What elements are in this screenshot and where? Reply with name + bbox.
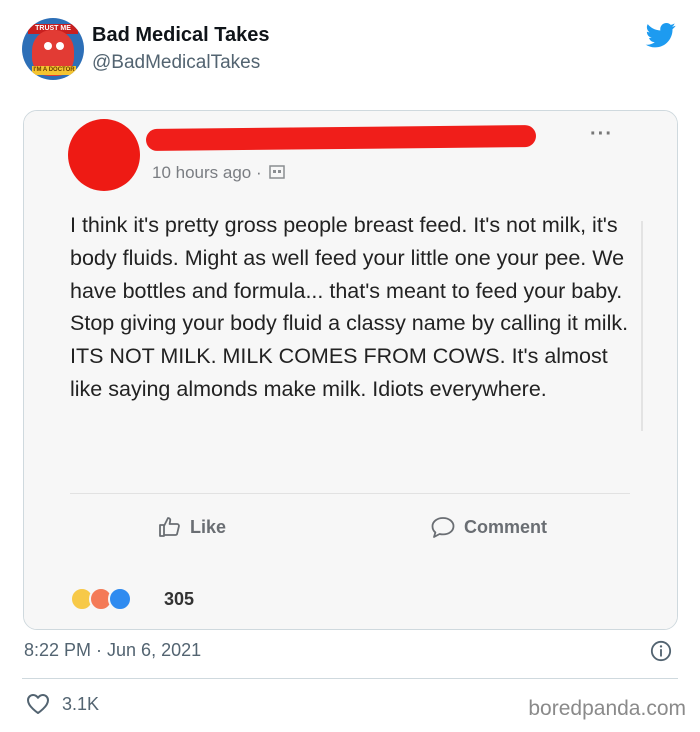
avatar-badge-bottom: I'M A DOCTOR [32,66,76,75]
privacy-icon [269,165,286,179]
author-avatar[interactable]: TRUST ME I'M A DOCTOR [22,18,84,80]
embedded-screenshot[interactable]: ··· 10 hours ago · I think it's pretty g… [23,110,678,630]
like-button[interactable]: Like [158,515,226,539]
redacted-name [145,124,537,152]
reaction-count: 305 [164,589,195,609]
twitter-bird-icon[interactable] [644,20,678,50]
heart-icon [27,694,49,714]
like-reaction-icon [108,587,132,611]
post-divider [70,493,630,494]
author-name[interactable]: Bad Medical Takes [92,24,269,47]
like-action[interactable]: 3.1K [26,693,99,715]
author-handle[interactable]: @BadMedicalTakes [92,52,260,74]
watermark: boredpanda.com [528,697,686,720]
avatar-eye [44,42,52,50]
reaction-icons[interactable] [70,587,132,611]
tweet-header: TRUST ME I'M A DOCTOR Bad Medical Takes … [0,0,700,100]
post-time: 10 hours ago · [152,163,286,183]
comment-icon [431,517,455,538]
like-count: 3.1K [62,693,100,714]
redacted-avatar [68,119,140,191]
tweet-timestamp[interactable]: 8:22 PM · Jun 6, 2021 [24,640,201,661]
avatar-eye [56,42,64,50]
comment-label: Comment [464,516,548,537]
comment-button[interactable]: Comment [430,515,547,539]
info-icon[interactable] [650,640,672,662]
more-options-icon[interactable]: ··· [590,123,613,146]
scroll-line [641,221,643,431]
facebook-post: ··· 10 hours ago · I think it's pretty g… [24,111,677,629]
post-body: I think it's pretty gross people breast … [70,213,629,401]
post-time-label: 10 hours ago · [152,163,262,182]
thumbs-up-icon [159,517,180,537]
tweet-divider [22,678,678,679]
like-label: Like [190,516,227,537]
